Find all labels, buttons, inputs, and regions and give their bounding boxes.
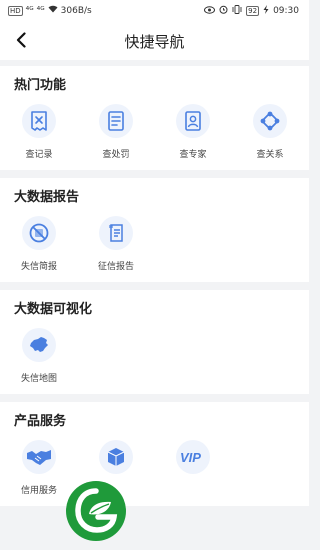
section-big-data-report: 大数据报告 失信简报 征信报告 — [0, 178, 309, 282]
signal-icon-2: ⁴ᴳ — [36, 5, 45, 16]
charging-icon — [263, 5, 269, 17]
section-title: 热门功能 — [14, 78, 67, 93]
battery-icon: 92 — [246, 6, 260, 16]
section-title: 产品服务 — [14, 414, 67, 429]
status-bar: HD ⁴ᴳ ⁴ᴳ 306B/s 92 09:30 — [0, 0, 309, 20]
report-credit[interactable]: 征信报告 — [86, 216, 146, 272]
service-credit[interactable]: 信用服务 — [9, 440, 69, 496]
network-speed: 306B/s — [60, 5, 92, 16]
feature-check-penalty[interactable]: 查处罚 — [86, 104, 146, 160]
feature-check-expert[interactable]: 查专家 — [163, 104, 223, 160]
wifi-icon — [48, 5, 58, 16]
feature-check-record[interactable]: 查记录 — [9, 104, 69, 160]
svg-text:VIP: VIP — [180, 450, 201, 464]
section-hot-features: 热门功能 查记录 查处罚 查专家 查关系 — [0, 66, 309, 170]
feature-check-relation[interactable]: 查关系 — [240, 104, 300, 160]
cube-icon — [99, 440, 133, 474]
item-label: 查处罚 — [102, 150, 130, 160]
eye-icon — [204, 5, 216, 17]
hd-badge: HD — [8, 5, 23, 16]
brief-report-icon — [22, 216, 56, 250]
section-title: 大数据可视化 — [14, 302, 93, 317]
penalty-doc-icon — [99, 104, 133, 138]
vibrate-icon — [232, 5, 242, 17]
credit-report-icon — [99, 216, 133, 250]
item-label: 信用服务 — [20, 486, 57, 496]
navigation-bar: 快捷导航 — [0, 20, 309, 60]
item-label: 失信简报 — [20, 262, 57, 272]
page-title: 快捷导航 — [124, 33, 185, 51]
visual-dishonesty-map[interactable]: 失信地图 — [9, 328, 69, 384]
clock-time: 09:30 — [273, 6, 299, 16]
section-data-visualization: 大数据可视化 失信地图 — [0, 290, 309, 394]
report-brief[interactable]: 失信简报 — [9, 216, 69, 272]
alarm-icon — [219, 5, 228, 17]
relation-icon — [253, 104, 287, 138]
item-label: 征信报告 — [97, 262, 134, 272]
section-title: 大数据报告 — [14, 190, 80, 205]
china-map-icon — [22, 328, 56, 362]
signal-icon: ⁴ᴳ — [25, 5, 34, 16]
item-label: 查关系 — [256, 150, 284, 160]
item-label: 查专家 — [179, 150, 207, 160]
item-label: 失信地图 — [20, 374, 57, 384]
expert-icon — [176, 104, 210, 138]
item-label: 查记录 — [25, 150, 53, 160]
vip-icon: VIP — [176, 440, 210, 474]
section-product-services: 产品服务 信用服务 VIP — [0, 402, 309, 506]
app-logo — [65, 480, 127, 542]
service-product[interactable] — [86, 440, 146, 474]
service-vip[interactable]: VIP — [163, 440, 223, 474]
handshake-icon — [22, 440, 56, 474]
record-icon — [22, 104, 56, 138]
